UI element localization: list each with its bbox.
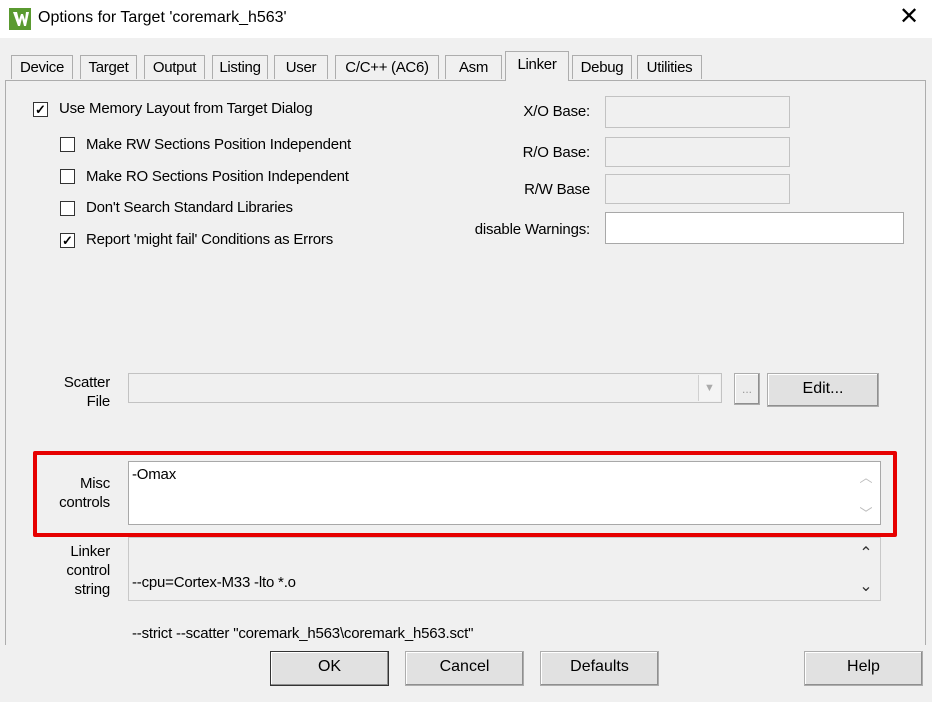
make-ro-pi-checkbox[interactable] (60, 169, 75, 184)
make-ro-pi-label: Make RO Sections Position Independent (86, 168, 349, 185)
scatter-label-line1: Scatter (63, 374, 110, 391)
tab-target[interactable]: Target (80, 55, 137, 79)
linker-control-line1: --cpu=Cortex-M33 -lto *.o (132, 574, 296, 591)
tab-asm[interactable]: Asm (445, 55, 502, 79)
cancel-button[interactable]: Cancel (405, 651, 524, 686)
tab-utilities[interactable]: Utilities (637, 55, 702, 79)
make-rw-pi-checkbox[interactable] (60, 137, 75, 152)
keil-app-icon (9, 8, 31, 30)
close-icon[interactable]: ✕ (896, 4, 922, 30)
help-button[interactable]: Help (804, 651, 923, 686)
linker-control-label-line1: Linker (70, 543, 110, 560)
scatter-label-line2: File (86, 393, 111, 410)
linker-control-label-line2: control (66, 562, 110, 579)
linker-control-line2: --strict --scatter "coremark_h563\corema… (132, 625, 474, 642)
xo-base-field (605, 96, 790, 128)
linker-control-label-line3: string (74, 581, 111, 598)
scatter-edit-button[interactable]: Edit... (767, 373, 879, 407)
use-memory-layout-checkbox[interactable]: ✓ (33, 102, 48, 117)
disable-warnings-label: disable Warnings: (474, 221, 590, 238)
ro-base-label: R/O Base: (522, 144, 591, 161)
window-title: Options for Target 'coremark_h563' (38, 9, 287, 26)
xo-base-label: X/O Base: (523, 103, 590, 120)
scatter-file-combobox (128, 373, 722, 403)
linker-scroll-down-icon[interactable]: ⌄ (859, 576, 873, 596)
report-might-fail-checkbox[interactable]: ✓ (60, 233, 75, 248)
tab-cpp-ac6[interactable]: C/C++ (AC6) (335, 55, 439, 79)
linker-control-string: --cpu=Cortex-M33 -lto *.o --strict --sca… (128, 537, 881, 642)
tab-linker[interactable]: Linker (505, 51, 569, 81)
rw-base-label: R/W Base (524, 181, 590, 198)
dont-search-std-libs-label: Don't Search Standard Libraries (86, 199, 293, 216)
dont-search-std-libs-checkbox[interactable] (60, 201, 75, 216)
tab-listing[interactable]: Listing (212, 55, 268, 79)
tab-output[interactable]: Output (144, 55, 205, 79)
scatter-browse-button[interactable]: ... (734, 373, 760, 405)
tab-user[interactable]: User (274, 55, 328, 79)
chevron-down-icon: ▼ (698, 375, 720, 401)
make-rw-pi-label: Make RW Sections Position Independent (86, 136, 351, 153)
linker-scroll-up-icon[interactable]: ⌃ (859, 543, 873, 563)
tab-debug[interactable]: Debug (572, 55, 632, 79)
disable-warnings-input[interactable] (605, 212, 904, 244)
tab-device[interactable]: Device (11, 55, 73, 79)
highlight-box (33, 451, 897, 537)
report-might-fail-label: Report 'might fail' Conditions as Errors (86, 231, 333, 248)
use-memory-layout-label: Use Memory Layout from Target Dialog (59, 100, 313, 117)
ok-button[interactable]: OK (270, 651, 389, 686)
rw-base-field (605, 174, 790, 204)
ro-base-field (605, 137, 790, 167)
defaults-button[interactable]: Defaults (540, 651, 659, 686)
